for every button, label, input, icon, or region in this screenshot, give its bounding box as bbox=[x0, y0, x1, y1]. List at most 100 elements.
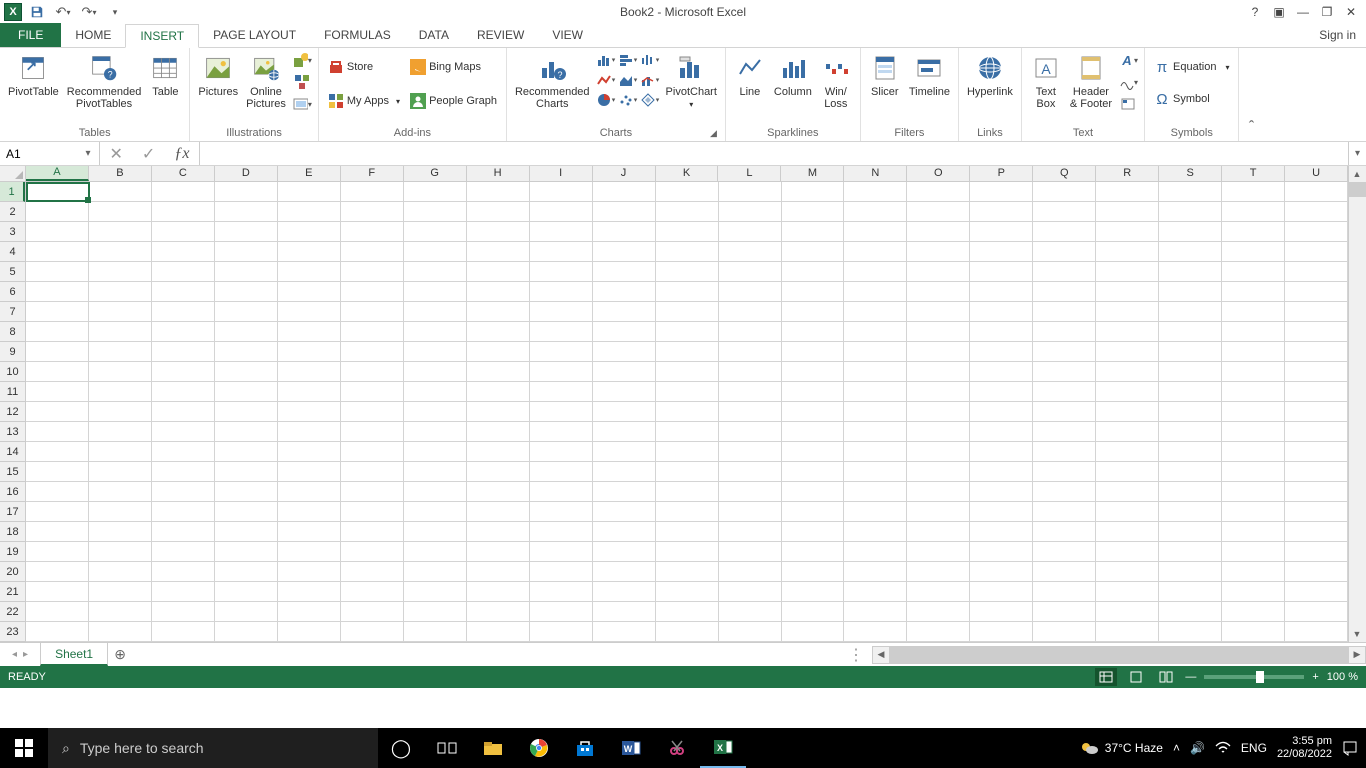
cell[interactable] bbox=[781, 302, 844, 322]
cell[interactable] bbox=[89, 622, 152, 642]
cell[interactable] bbox=[215, 262, 278, 282]
cell[interactable] bbox=[970, 442, 1033, 462]
cell[interactable] bbox=[1222, 382, 1285, 402]
cell[interactable] bbox=[655, 502, 718, 522]
cell[interactable] bbox=[152, 342, 215, 362]
cell[interactable] bbox=[907, 442, 970, 462]
qat-redo-button[interactable]: ↷▾ bbox=[78, 1, 100, 23]
zoom-in-button[interactable]: + bbox=[1312, 671, 1318, 683]
row-header-23[interactable]: 23 bbox=[0, 622, 25, 642]
recommended-charts-button[interactable]: ? Recommended Charts bbox=[513, 50, 592, 112]
cell[interactable] bbox=[529, 602, 592, 622]
cell[interactable] bbox=[341, 422, 404, 442]
cell[interactable] bbox=[655, 362, 718, 382]
weather-widget[interactable]: 37°C Haze bbox=[1079, 739, 1163, 757]
cell[interactable] bbox=[781, 462, 844, 482]
cell[interactable] bbox=[278, 562, 341, 582]
cell[interactable] bbox=[1222, 402, 1285, 422]
cell[interactable] bbox=[1096, 582, 1159, 602]
cell[interactable] bbox=[1033, 322, 1096, 342]
tab-insert[interactable]: INSERT bbox=[125, 24, 199, 48]
scroll-right-button[interactable]: ▶ bbox=[1349, 647, 1365, 663]
excel-taskbar[interactable]: X bbox=[700, 728, 746, 768]
cell[interactable] bbox=[215, 442, 278, 462]
cell[interactable] bbox=[404, 582, 467, 602]
cell[interactable] bbox=[466, 182, 529, 202]
row-header-5[interactable]: 5 bbox=[0, 262, 25, 282]
cell[interactable] bbox=[1033, 342, 1096, 362]
cell[interactable] bbox=[466, 382, 529, 402]
cell[interactable] bbox=[655, 562, 718, 582]
cell[interactable] bbox=[592, 342, 655, 362]
cell[interactable] bbox=[26, 242, 89, 262]
cell[interactable] bbox=[278, 322, 341, 342]
cell[interactable] bbox=[1159, 442, 1222, 462]
cell[interactable] bbox=[466, 262, 529, 282]
cell[interactable] bbox=[655, 182, 718, 202]
cell[interactable] bbox=[1222, 362, 1285, 382]
cell[interactable] bbox=[970, 322, 1033, 342]
cell[interactable] bbox=[1284, 522, 1347, 542]
cell[interactable] bbox=[529, 342, 592, 362]
cell[interactable] bbox=[1159, 222, 1222, 242]
cell[interactable] bbox=[718, 482, 781, 502]
cell[interactable] bbox=[1222, 342, 1285, 362]
tab-file[interactable]: FILE bbox=[0, 23, 61, 47]
cell[interactable] bbox=[529, 422, 592, 442]
cell[interactable] bbox=[152, 542, 215, 562]
row-header-3[interactable]: 3 bbox=[0, 222, 25, 242]
cell[interactable] bbox=[844, 502, 907, 522]
cell[interactable] bbox=[1159, 182, 1222, 202]
cell[interactable] bbox=[907, 542, 970, 562]
cell[interactable] bbox=[529, 442, 592, 462]
expand-formula-bar[interactable]: ▾ bbox=[1348, 142, 1366, 165]
cell[interactable] bbox=[1033, 422, 1096, 442]
row-header-6[interactable]: 6 bbox=[0, 282, 25, 302]
cell[interactable] bbox=[1284, 402, 1347, 422]
cell[interactable] bbox=[718, 402, 781, 422]
cell[interactable] bbox=[1159, 262, 1222, 282]
cell[interactable] bbox=[655, 342, 718, 362]
close-button[interactable]: ✕ bbox=[1340, 1, 1362, 23]
people-graph-button[interactable]: People Graph bbox=[407, 90, 500, 112]
row-header-11[interactable]: 11 bbox=[0, 382, 25, 402]
cell[interactable] bbox=[278, 382, 341, 402]
cell[interactable] bbox=[1284, 322, 1347, 342]
cell[interactable] bbox=[781, 562, 844, 582]
file-explorer-taskbar[interactable] bbox=[470, 728, 516, 768]
column-header-C[interactable]: C bbox=[152, 166, 215, 181]
cell[interactable] bbox=[781, 582, 844, 602]
qat-undo-button[interactable]: ↶▾ bbox=[52, 1, 74, 23]
cell[interactable] bbox=[1284, 262, 1347, 282]
cell[interactable] bbox=[215, 602, 278, 622]
cell[interactable] bbox=[907, 522, 970, 542]
cell[interactable] bbox=[781, 282, 844, 302]
cell[interactable] bbox=[1159, 382, 1222, 402]
cell[interactable] bbox=[466, 482, 529, 502]
cell[interactable] bbox=[89, 362, 152, 382]
table-button[interactable]: Table bbox=[147, 50, 183, 100]
row-header-16[interactable]: 16 bbox=[0, 482, 25, 502]
cell[interactable] bbox=[1033, 282, 1096, 302]
vertical-scrollbar[interactable] bbox=[1349, 182, 1366, 626]
sheet-nav-first[interactable]: ◂ bbox=[12, 649, 17, 660]
zoom-level[interactable]: 100 % bbox=[1327, 671, 1358, 683]
cell[interactable] bbox=[1222, 322, 1285, 342]
cell[interactable] bbox=[404, 322, 467, 342]
pie-chart-button[interactable]: ▾ bbox=[596, 90, 616, 110]
cell[interactable] bbox=[89, 402, 152, 422]
cell[interactable] bbox=[26, 322, 89, 342]
cell[interactable] bbox=[278, 442, 341, 462]
cell[interactable] bbox=[655, 622, 718, 642]
cell[interactable] bbox=[1096, 562, 1159, 582]
cell[interactable] bbox=[1033, 242, 1096, 262]
cell[interactable] bbox=[529, 542, 592, 562]
cell[interactable] bbox=[907, 222, 970, 242]
cell[interactable] bbox=[89, 282, 152, 302]
cell[interactable] bbox=[1033, 222, 1096, 242]
cell[interactable] bbox=[466, 442, 529, 462]
new-sheet-button[interactable]: ⊕ bbox=[108, 643, 132, 667]
cell[interactable] bbox=[1096, 182, 1159, 202]
cell[interactable] bbox=[1033, 402, 1096, 422]
volume-icon[interactable]: 🔊 bbox=[1190, 741, 1205, 755]
